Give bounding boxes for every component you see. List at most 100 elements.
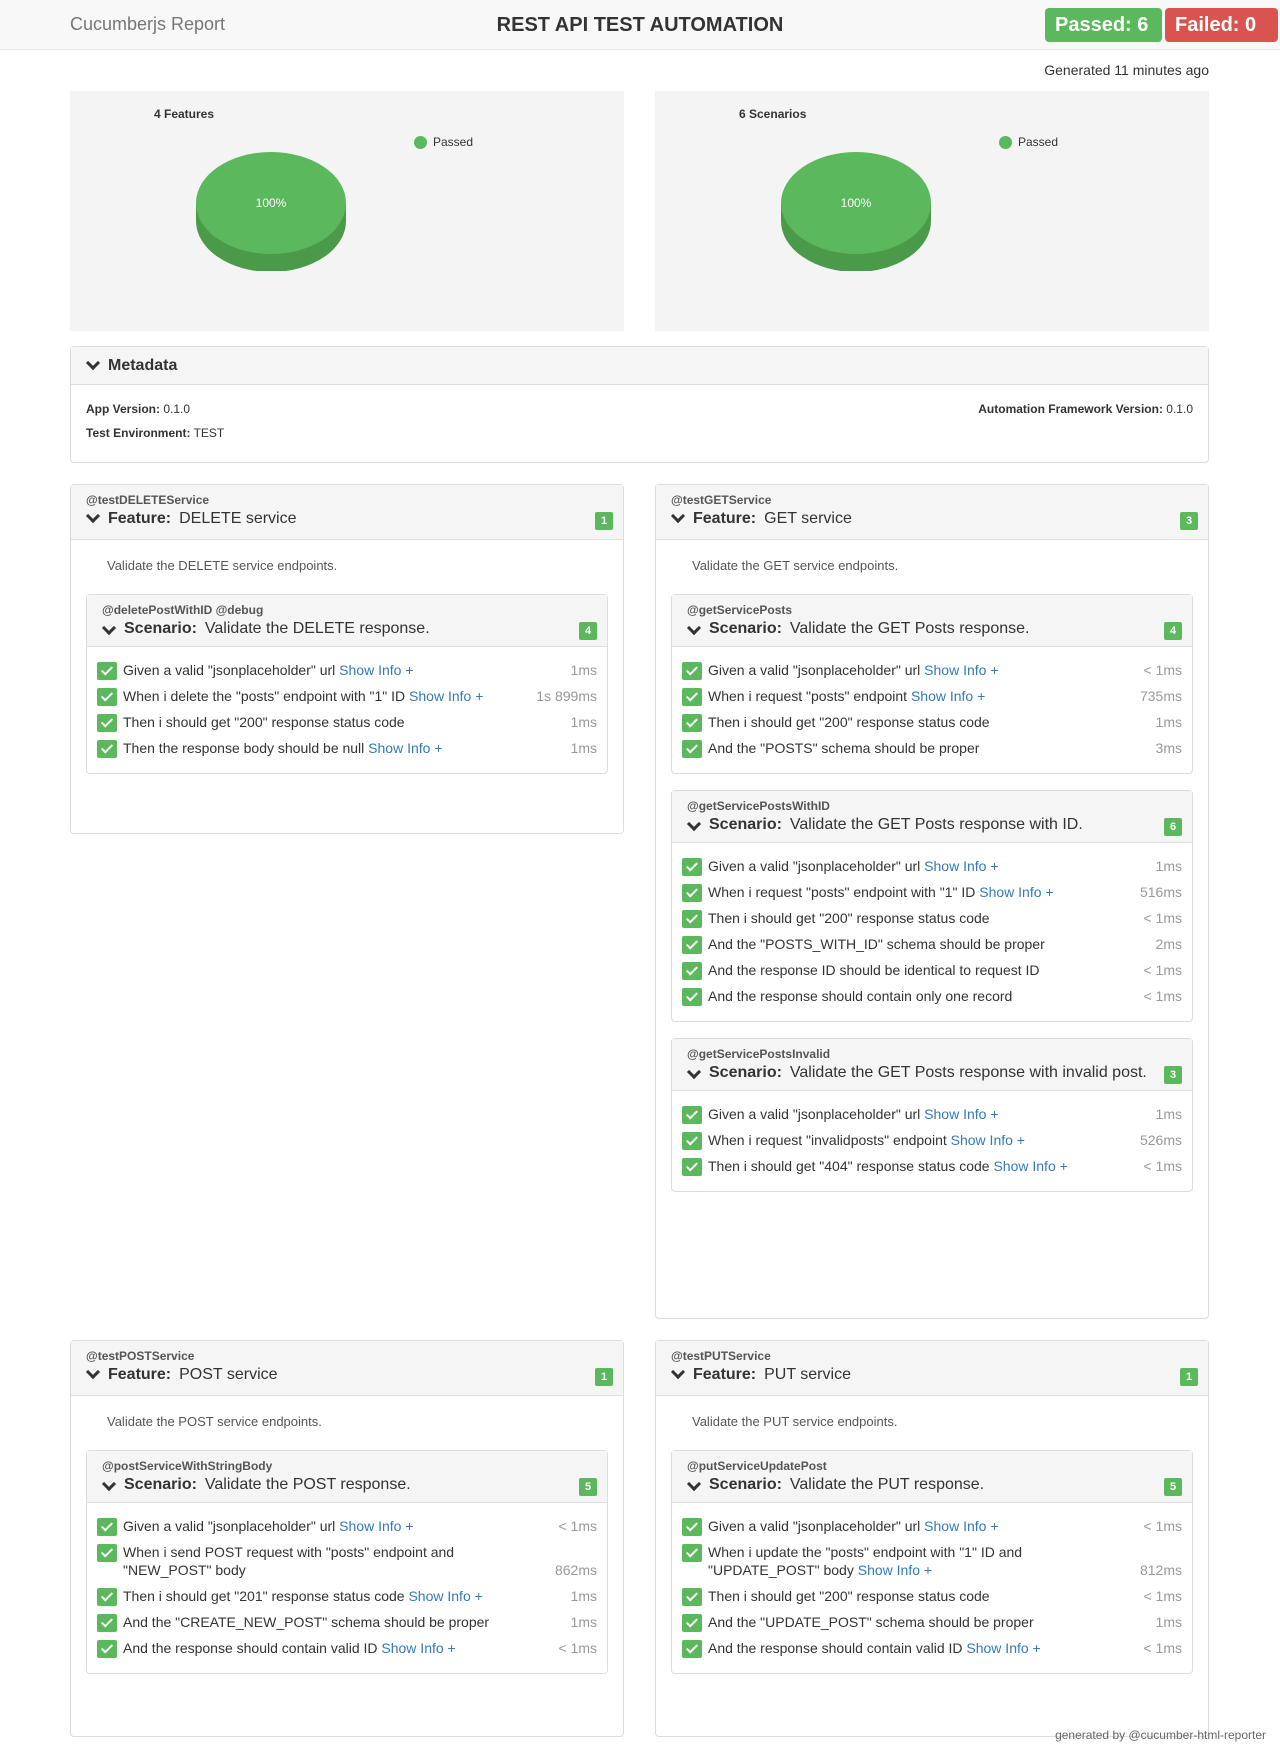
scenario-keyword: Scenario: [124,1476,197,1493]
show-info-link[interactable]: Show Info + [858,1562,932,1578]
feature-header[interactable]: @testDELETEService Feature: DELETE service… [71,485,623,540]
footer-credit: generated by @cucumber-html-reporter [1055,1728,1266,1742]
chevron-down-icon[interactable] [670,1364,686,1380]
scenario-name: Validate the PUT response. [789,1476,985,1493]
scenarios-pie-chart[interactable]: 100% [781,141,931,271]
passed-check-icon [97,1544,117,1562]
passed-check-icon [97,1614,117,1632]
show-info-link[interactable]: Show Info + [339,662,413,678]
feature-title[interactable]: Feature: PUT service [670,1364,1193,1384]
chevron-down-icon[interactable] [85,1364,101,1380]
chevron-down-icon[interactable] [101,1476,117,1492]
scenario-tags: @deletePostWithID @debug [102,603,264,617]
scenarios-chart-legend[interactable]: Passed [999,135,1058,149]
chevron-down-icon[interactable] [686,1064,702,1080]
step-duration: 1ms [570,1588,597,1604]
feature-title[interactable]: Feature: POST service [85,1364,608,1384]
scenario-step-count-badge: 3 [1164,1066,1182,1084]
scenario-title[interactable]: Scenario: Validate the DELETE response. [101,620,592,646]
metadata-panel: Metadata App Version: 0.1.0 Test Environ… [70,346,1209,463]
scenario-header[interactable]: @getServicePostsInvalid Scenario: Validate… [672,1039,1192,1091]
step-text: And the "UPDATE_POST" schema should be p… [708,1614,1034,1630]
scenario-header[interactable]: @deletePostWithID @debug Scenario: Validat… [87,595,607,647]
features-pie-chart[interactable]: 100% [196,141,346,271]
feature-header[interactable]: @testGETService Feature: GET service 3 [656,485,1208,540]
scenario-panel: @getServicePostsWithID Scenario: Validate … [671,790,1193,1022]
step-text: Given a valid "jsonplaceholder" url [708,662,921,678]
feature-title[interactable]: Feature: DELETE service [85,508,608,528]
scenario-header[interactable]: @postServiceWithStringBody Scenario: Valid… [87,1451,607,1503]
chevron-down-icon[interactable] [686,816,702,832]
scenario-title[interactable]: Scenario: Validate the GET Posts response… [686,1064,1177,1090]
step-duration: < 1ms [1143,910,1182,926]
feature-title[interactable]: Feature: GET service [670,508,1193,528]
step-text: And the "POSTS_WITH_ID" schema should be… [708,936,1045,952]
scenario-title[interactable]: Scenario: Validate the GET Posts response… [686,816,1177,842]
app-version-value: 0.1.0 [163,402,191,416]
step-duration: < 1ms [1143,1640,1182,1656]
chevron-down-icon[interactable] [686,620,702,636]
show-info-link[interactable]: Show Info + [966,1640,1040,1656]
scenario-panel: @postServiceWithStringBody Scenario: Valid… [86,1450,608,1674]
show-info-link[interactable]: Show Info + [368,740,442,756]
scenario-title[interactable]: Scenario: Validate the POST response. [101,1476,592,1502]
passed-check-icon [682,1132,702,1150]
step-row: Then i should get "200" response status … [682,909,1182,928]
step-row: Then the response body should be null Sh… [97,739,597,758]
scenario-header[interactable]: @getServicePostsWithID Scenario: Validate … [672,791,1192,843]
step-row: Given a valid "jsonplaceholder" url Show… [682,857,1182,876]
step-row: Given a valid "jsonplaceholder" url Show… [682,1517,1182,1536]
feature-panel-put: @testPUTService Feature: PUT service 1 Valid… [655,1340,1209,1737]
chevron-down-icon[interactable] [686,1476,702,1492]
step-text: And the "POSTS" schema should be proper [708,740,980,756]
feature-description: Validate the POST service endpoints. [107,1414,322,1429]
step-row: When i request "posts" endpoint with "1"… [682,883,1182,902]
step-text: Then i should get "200" response status … [708,1588,990,1604]
show-info-link[interactable]: Show Info + [993,1158,1067,1174]
scenario-header[interactable]: @putServiceUpdatePost Scenario: Validate t… [672,1451,1192,1503]
step-text: And the response should contain valid ID [708,1640,963,1656]
feature-header[interactable]: @testPOSTService Feature: POST service 1 [71,1341,623,1396]
passed-check-icon [682,740,702,758]
chevron-down-icon[interactable] [670,508,686,524]
chevron-down-icon[interactable] [101,620,117,636]
chevron-down-icon[interactable] [85,508,101,524]
features-chart-legend[interactable]: Passed [414,135,473,149]
show-info-link[interactable]: Show Info + [409,688,483,704]
report-title: REST API TEST AUTOMATION [496,14,784,36]
show-info-link[interactable]: Show Info + [924,1106,998,1122]
step-duration: < 1ms [558,1518,597,1534]
scenario-name: Validate the GET Posts response with ID. [789,816,1083,833]
metadata-header[interactable]: Metadata [71,347,1208,385]
show-info-link[interactable]: Show Info + [381,1640,455,1656]
feature-tag: @testPOSTService [86,1349,195,1363]
feature-keyword: Feature: [693,1366,757,1383]
step-row: When i send POST request with "posts" en… [97,1543,597,1579]
scenario-tags: @getServicePosts [687,603,793,617]
show-info-link[interactable]: Show Info + [408,1588,482,1604]
show-info-link[interactable]: Show Info + [911,688,985,704]
feature-header[interactable]: @testPUTService Feature: PUT service 1 [656,1341,1208,1396]
passed-check-icon [682,1544,702,1562]
scenario-title[interactable]: Scenario: Validate the GET Posts response… [686,620,1177,646]
show-info-link[interactable]: Show Info + [924,662,998,678]
step-row: And the response should contain valid ID… [97,1639,597,1658]
step-text: And the "CREATE_NEW_POST" schema should … [123,1614,490,1630]
show-info-link[interactable]: Show Info + [924,858,998,874]
chevron-down-icon[interactable] [85,355,101,370]
step-text: Given a valid "jsonplaceholder" url [123,662,336,678]
scenario-name: Validate the DELETE response. [204,620,430,637]
scenario-title[interactable]: Scenario: Validate the PUT response. [686,1476,1177,1502]
show-info-link[interactable]: Show Info + [339,1518,413,1534]
step-duration: 1ms [570,662,597,678]
framework-version-row: Automation Framework Version: 0.1.0 [978,402,1193,416]
passed-check-icon [682,1588,702,1606]
scenario-header[interactable]: @getServicePosts Scenario: Validate the GE… [672,595,1192,647]
step-row: And the response ID should be identical … [682,961,1182,980]
show-info-link[interactable]: Show Info + [951,1132,1025,1148]
scenario-step-count-badge: 6 [1164,818,1182,836]
show-info-link[interactable]: Show Info + [924,1518,998,1534]
step-row: Then i should get "200" response status … [682,1587,1182,1606]
show-info-link[interactable]: Show Info + [979,884,1053,900]
step-duration: 1ms [1155,1106,1182,1122]
